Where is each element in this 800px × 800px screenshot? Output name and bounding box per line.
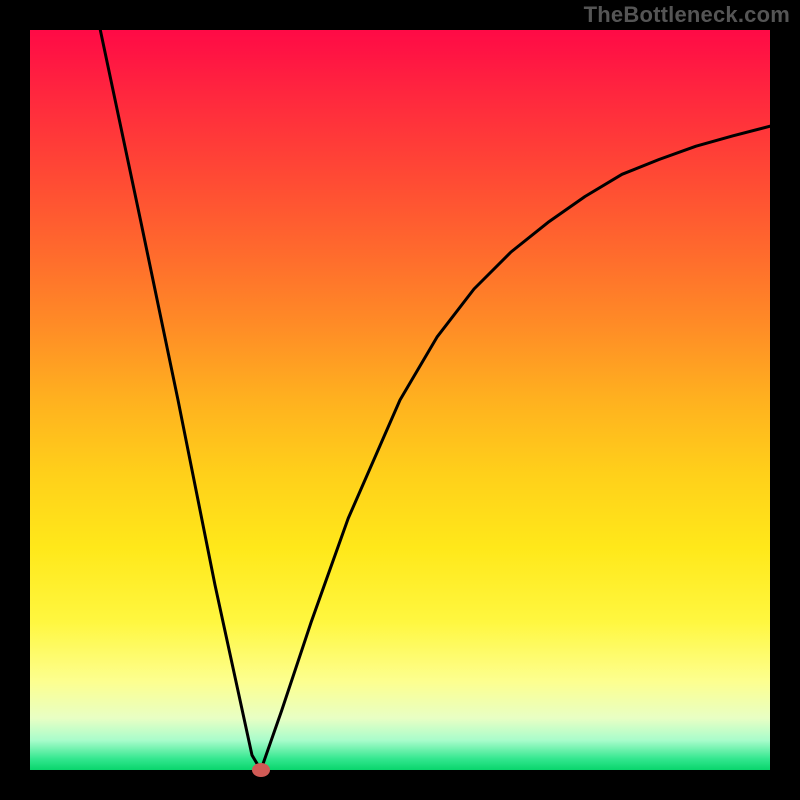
bottleneck-curve [30, 30, 770, 770]
attribution-label: TheBottleneck.com [584, 2, 790, 28]
optimum-marker-icon [252, 763, 270, 777]
plot-area [30, 30, 770, 770]
curve-path [100, 30, 770, 770]
chart-frame: TheBottleneck.com [0, 0, 800, 800]
